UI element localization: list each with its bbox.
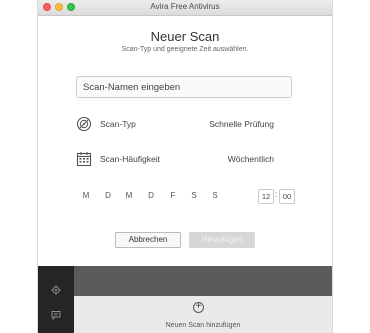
- title-bar: Avira Free Antivirus: [38, 0, 332, 16]
- add-button[interactable]: Hinzufügen: [189, 232, 255, 248]
- time-hours-input[interactable]: 12: [258, 189, 274, 204]
- day-toggle-thursday[interactable]: D: [146, 191, 156, 200]
- time-separator: :: [275, 190, 278, 199]
- scan-type-row[interactable]: Scan-Typ Schnelle Prüfung: [76, 115, 292, 135]
- cancel-button[interactable]: Abbrechen: [115, 232, 181, 248]
- add-scan-label[interactable]: Neuen Scan hinzufügen: [74, 322, 332, 329]
- page-subtitle: Scan-Typ und geeignete Zeit auswählen.: [121, 46, 249, 53]
- add-scan-icon[interactable]: +: [193, 302, 204, 313]
- main-app-background: + Neuen Scan hinzufügen: [38, 266, 332, 333]
- overlay-strip: [74, 266, 332, 296]
- day-toggle-wednesday[interactable]: M: [124, 191, 134, 200]
- sidebar: [38, 266, 74, 333]
- day-toggle-saturday[interactable]: S: [189, 191, 199, 200]
- scan-type-value[interactable]: Schnelle Prüfung: [209, 119, 274, 129]
- day-toggle-monday[interactable]: M: [81, 191, 91, 200]
- scan-target-icon: [76, 116, 92, 132]
- weekday-selector: M D M D F S S 12 : 00: [76, 189, 296, 204]
- scan-frequency-label: Scan-Häufigkeit: [100, 154, 161, 164]
- chat-icon[interactable]: [51, 310, 61, 320]
- app-window: Avira Free Antivirus Neuer Scan Scan-Typ…: [38, 0, 332, 333]
- scan-frequency-value[interactable]: Wöchentlich: [228, 154, 274, 164]
- window-title: Avira Free Antivirus: [150, 2, 220, 11]
- scan-name-input[interactable]: [76, 76, 292, 98]
- gear-icon[interactable]: [51, 285, 61, 295]
- day-toggle-friday[interactable]: F: [168, 191, 178, 200]
- calendar-icon: [76, 152, 92, 167]
- day-toggle-sunday[interactable]: S: [210, 191, 220, 200]
- time-minutes-input[interactable]: 00: [279, 189, 295, 204]
- scan-type-label: Scan-Typ: [100, 119, 136, 129]
- scan-frequency-row[interactable]: Scan-Häufigkeit Wöchentlich: [76, 150, 292, 170]
- page-title: Neuer Scan: [150, 29, 220, 44]
- day-toggle-tuesday[interactable]: D: [103, 191, 113, 200]
